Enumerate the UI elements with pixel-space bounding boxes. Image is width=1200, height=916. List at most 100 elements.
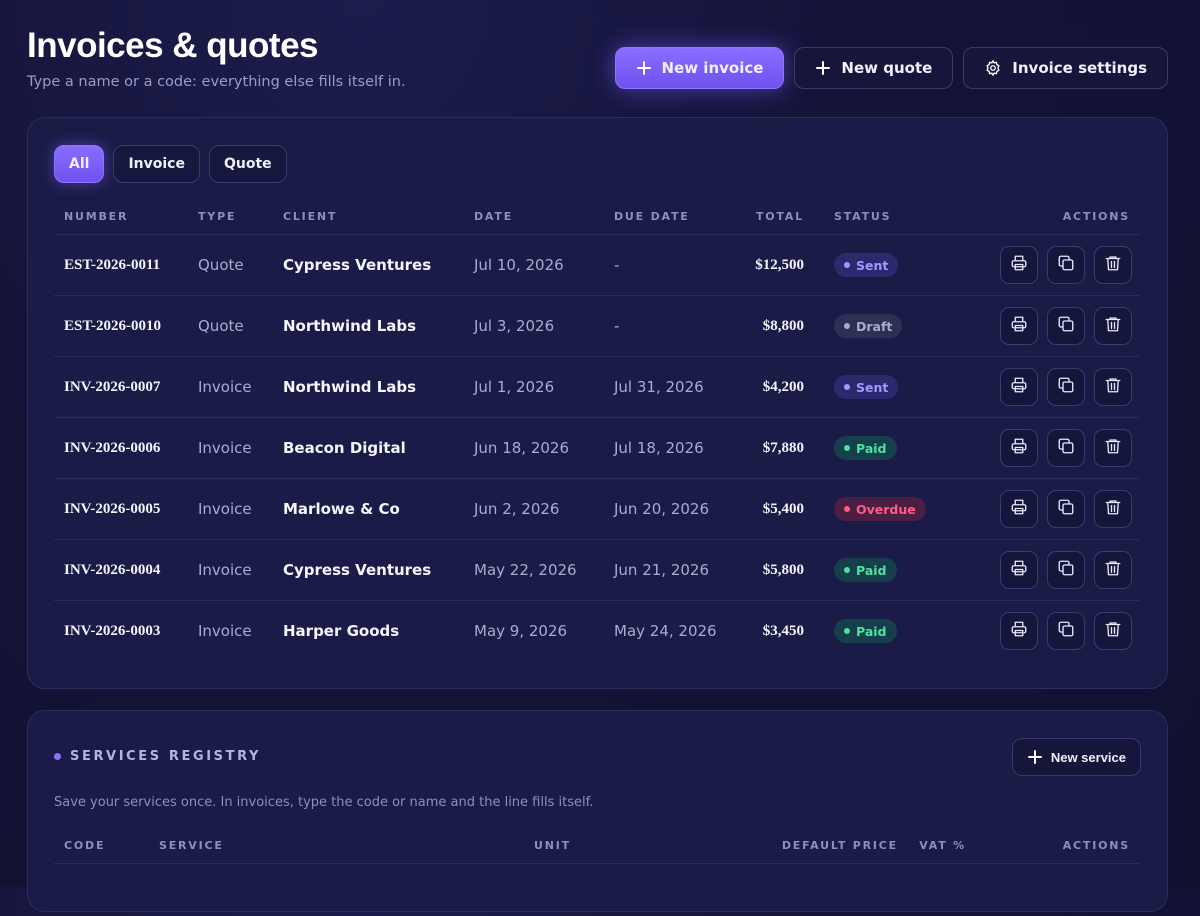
copy-icon (1057, 437, 1075, 459)
duplicate-button[interactable] (1047, 246, 1085, 284)
status-badge: Paid (834, 619, 897, 643)
print-button[interactable] (1000, 246, 1038, 284)
invoice-type: Invoice (188, 479, 273, 540)
invoice-number[interactable]: EST-2026-0011 (54, 235, 188, 296)
col-service[interactable]: SERVICE (149, 827, 524, 864)
invoice-client: Northwind Labs (273, 296, 464, 357)
status-cell: Sent (824, 235, 954, 296)
trash-icon (1104, 559, 1122, 581)
duplicate-button[interactable] (1047, 307, 1085, 345)
status-label: Overdue (856, 502, 916, 517)
table-row[interactable]: INV-2026-0006InvoiceBeacon DigitalJun 18… (54, 418, 1140, 479)
table-row[interactable]: INV-2026-0005InvoiceMarlowe & CoJun 2, 2… (54, 479, 1140, 540)
delete-button[interactable] (1094, 490, 1132, 528)
new-invoice-button[interactable]: New invoice (615, 47, 785, 89)
col-vat[interactable]: VAT % (906, 827, 986, 864)
invoice-due-date: Jun 20, 2026 (604, 479, 739, 540)
invoice-due-date: - (604, 235, 739, 296)
col-total[interactable]: TOTAL (739, 198, 824, 235)
invoice-date: May 9, 2026 (464, 601, 604, 662)
invoice-settings-button[interactable]: Invoice settings (963, 47, 1168, 89)
invoice-date: Jul 1, 2026 (464, 357, 604, 418)
print-button[interactable] (1000, 551, 1038, 589)
status-label: Paid (856, 563, 887, 578)
col-actions: ACTIONS (954, 198, 1140, 235)
col-client[interactable]: CLIENT (273, 198, 464, 235)
page-header: Invoices & quotes Type a name or a code:… (27, 26, 406, 90)
invoice-date: Jul 3, 2026 (464, 296, 604, 357)
print-button[interactable] (1000, 368, 1038, 406)
col-unit[interactable]: UNIT (524, 827, 741, 864)
status-badge: Overdue (834, 497, 926, 521)
duplicate-button[interactable] (1047, 551, 1085, 589)
table-row[interactable]: INV-2026-0004InvoiceCypress VenturesMay … (54, 540, 1140, 601)
delete-button[interactable] (1094, 429, 1132, 467)
duplicate-button[interactable] (1047, 368, 1085, 406)
invoice-total: $3,450 (739, 601, 824, 662)
filter-invoice[interactable]: Invoice (113, 145, 200, 183)
trash-icon (1104, 376, 1122, 398)
invoice-date: Jul 10, 2026 (464, 235, 604, 296)
table-row[interactable] (54, 864, 1140, 916)
invoice-number[interactable]: INV-2026-0007 (54, 357, 188, 418)
col-code[interactable]: CODE (54, 827, 149, 864)
filter-quote[interactable]: Quote (209, 145, 287, 183)
print-button[interactable] (1000, 490, 1038, 528)
col-status[interactable]: STATUS (824, 198, 954, 235)
table-row[interactable]: EST-2026-0010QuoteNorthwind LabsJul 3, 2… (54, 296, 1140, 357)
invoice-number[interactable]: INV-2026-0004 (54, 540, 188, 601)
invoice-client: Cypress Ventures (273, 540, 464, 601)
copy-icon (1057, 559, 1075, 581)
invoice-number[interactable]: EST-2026-0010 (54, 296, 188, 357)
print-button[interactable] (1000, 612, 1038, 650)
invoice-number[interactable]: INV-2026-0003 (54, 601, 188, 662)
status-dot-icon (844, 384, 850, 390)
status-cell: Paid (824, 540, 954, 601)
invoice-type: Invoice (188, 418, 273, 479)
col-type[interactable]: TYPE (188, 198, 273, 235)
col-due-date[interactable]: DUE DATE (604, 198, 739, 235)
delete-button[interactable] (1094, 307, 1132, 345)
col-default-price[interactable]: DEFAULT PRICE (741, 827, 906, 864)
delete-button[interactable] (1094, 368, 1132, 406)
table-row[interactable]: EST-2026-0011QuoteCypress VenturesJul 10… (54, 235, 1140, 296)
invoice-due-date: - (604, 296, 739, 357)
print-button[interactable] (1000, 307, 1038, 345)
table-header-row: NUMBER TYPE CLIENT DATE DUE DATE TOTAL S… (54, 198, 1140, 235)
new-quote-button[interactable]: New quote (794, 47, 953, 89)
invoice-settings-label: Invoice settings (1012, 59, 1147, 77)
duplicate-button[interactable] (1047, 429, 1085, 467)
invoice-number[interactable]: INV-2026-0005 (54, 479, 188, 540)
services-header-row: CODE SERVICE UNIT DEFAULT PRICE VAT % AC… (54, 827, 1140, 864)
printer-icon (1010, 437, 1028, 459)
delete-button[interactable] (1094, 246, 1132, 284)
col-service-actions: ACTIONS (986, 827, 1140, 864)
duplicate-button[interactable] (1047, 490, 1085, 528)
table-row[interactable]: INV-2026-0003InvoiceHarper GoodsMay 9, 2… (54, 601, 1140, 662)
col-date[interactable]: DATE (464, 198, 604, 235)
col-number[interactable]: NUMBER (54, 198, 188, 235)
delete-button[interactable] (1094, 551, 1132, 589)
new-service-button[interactable]: New service (1012, 738, 1141, 776)
actions-cell (954, 296, 1140, 357)
delete-button[interactable] (1094, 612, 1132, 650)
printer-icon (1010, 620, 1028, 642)
services-title: SERVICES REGISTRY (70, 749, 261, 764)
invoice-total: $5,800 (739, 540, 824, 601)
actions-cell (954, 418, 1140, 479)
invoice-type: Invoice (188, 357, 273, 418)
status-badge: Paid (834, 558, 897, 582)
invoice-number[interactable]: INV-2026-0006 (54, 418, 188, 479)
page-subtitle: Type a name or a code: everything else f… (27, 74, 406, 90)
table-row[interactable]: INV-2026-0007InvoiceNorthwind LabsJul 1,… (54, 357, 1140, 418)
status-cell: Sent (824, 357, 954, 418)
section-dot-icon (54, 753, 61, 760)
invoice-total: $4,200 (739, 357, 824, 418)
actions-cell (954, 357, 1140, 418)
plus-icon (636, 60, 652, 76)
print-button[interactable] (1000, 429, 1038, 467)
duplicate-button[interactable] (1047, 612, 1085, 650)
trash-icon (1104, 498, 1122, 520)
filter-all[interactable]: All (54, 145, 104, 183)
invoice-date: Jun 18, 2026 (464, 418, 604, 479)
